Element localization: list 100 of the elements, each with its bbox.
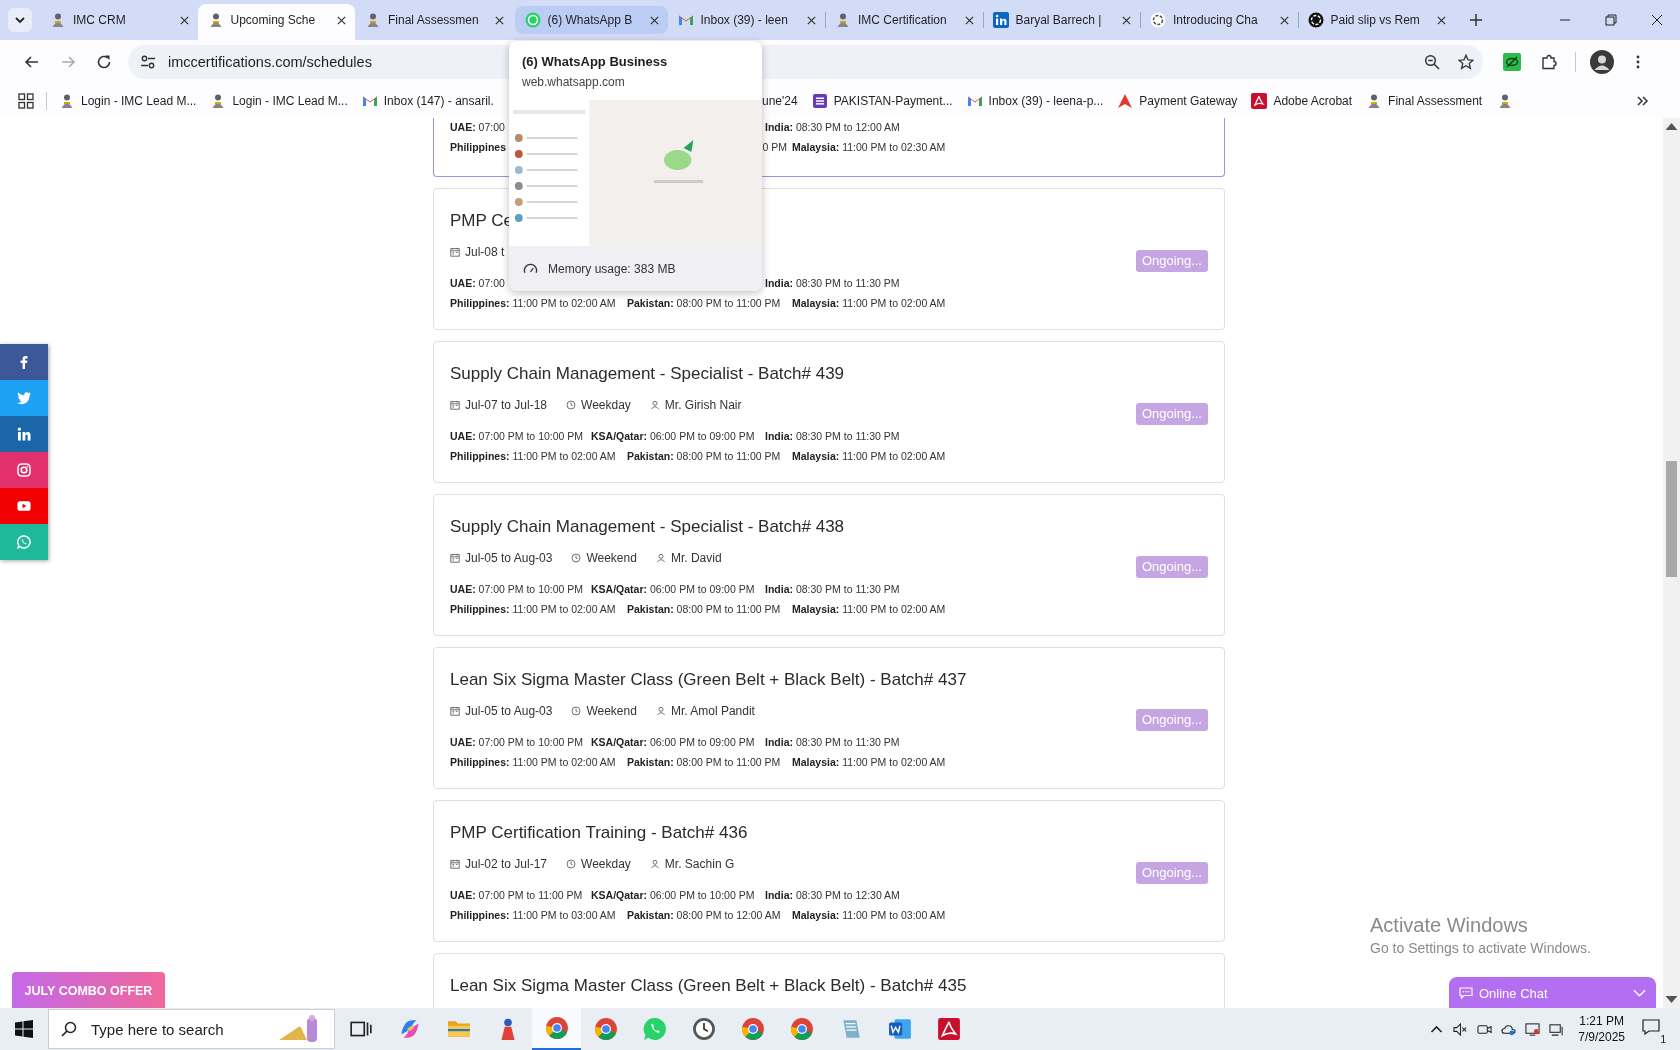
course-title[interactable]: Supply Chain Management - Specialist - Batch# 439: [450, 362, 1136, 386]
course-title[interactable]: PMP Certification Training - Batch# 436: [450, 821, 1136, 845]
date-range: Jul-08 t: [465, 244, 505, 261]
close-icon[interactable]: [493, 14, 505, 26]
close-icon[interactable]: [1436, 14, 1447, 26]
close-icon[interactable]: [336, 14, 347, 26]
course-title[interactable]: Lean Six Sigma Master Class (Green Belt + Black Belt) - Batch# 435: [450, 974, 1208, 998]
close-icon[interactable]: [963, 14, 975, 26]
camera-icon: [17, 463, 31, 477]
chevron-down-icon[interactable]: [8, 8, 32, 32]
schedule-type: Weekend: [586, 550, 637, 567]
tab[interactable]: IMC CRM: [40, 4, 198, 40]
close-icon[interactable]: [1121, 14, 1132, 26]
course-title[interactable]: Lean Six Sigma Master Class (Green Belt + Black Belt) - Batch# 437: [450, 668, 1136, 692]
tab[interactable]: Baryal Barrech |: [982, 4, 1140, 40]
clock-readout[interactable]: 1:21 PM 7/9/2025: [1578, 1013, 1625, 1045]
timing-text: Philippines: 11:00 PM to 02:00 AM: [450, 755, 616, 768]
activation-text: Go to Settings to activate Windows.: [1370, 940, 1591, 956]
timing-text: Pakistan: 08:00 PM to 11:00 PM: [627, 296, 781, 309]
scroll-thumb[interactable]: [1666, 461, 1677, 577]
share-button[interactable]: [0, 344, 48, 380]
tab[interactable]: IMC Certification: [825, 4, 983, 40]
speech-bubble-icon[interactable]: [1641, 1019, 1660, 1035]
monitor-icon[interactable]: [1524, 1021, 1540, 1037]
round-logo-icon[interactable]: [593, 1017, 618, 1041]
tab[interactable]: (6) WhatsApp B: [514, 6, 668, 34]
timing-text: KSA/Qatar: 06:00 PM to 10:00 PM: [591, 889, 755, 901]
avatar-icon[interactable]: [1590, 49, 1614, 74]
round-logo-icon[interactable]: [789, 1017, 814, 1041]
gauge-icon: [523, 262, 538, 275]
puzzle-icon[interactable]: [1541, 53, 1557, 70]
round-logo-icon[interactable]: [740, 1017, 765, 1041]
windows-logo-icon[interactable]: [15, 1020, 33, 1038]
clock-icon: [571, 706, 582, 716]
bookmark[interactable]: Final Assessment: [1359, 89, 1490, 112]
tab[interactable]: Paid slip vs Rem: [1297, 4, 1455, 40]
status-badge: Ongoing...: [1136, 556, 1208, 578]
bookmark[interactable]: Inbox (147) - ansaril.: [354, 89, 501, 112]
timing-text: Malaysia: 11:00 PM to 02:00 AM: [792, 755, 946, 768]
magnifier-icon[interactable]: [1424, 53, 1440, 70]
list-icon: [811, 92, 828, 109]
bookmark[interactable]: PAKISTAN-Payment...: [804, 89, 960, 112]
arrow-left-icon[interactable]: [24, 53, 40, 70]
close-icon[interactable]: [648, 14, 660, 26]
timing-text: Malaysia: 11:00 PM to 02:00 AM: [792, 296, 946, 309]
timing-text: UAE: 07:00: [450, 121, 505, 133]
star-icon[interactable]: [1458, 53, 1474, 70]
close-icon[interactable]: [178, 14, 190, 26]
timing-text: UAE: 07:00 PM to 10:00 PM: [450, 583, 584, 595]
share-button[interactable]: [0, 416, 48, 452]
clock-icon[interactable]: [691, 1017, 716, 1041]
sliders-icon[interactable]: [140, 53, 156, 70]
phone-bubble-icon: [17, 535, 31, 549]
document-icon[interactable]: [887, 1017, 912, 1041]
emblem-icon: [835, 12, 851, 28]
date-range: Jul-05 to Aug-03: [465, 703, 553, 720]
bookmark[interactable]: Login - IMC Lead M...: [52, 89, 204, 112]
speaker-muted-icon[interactable]: [1452, 1021, 1468, 1037]
network-icon[interactable]: [1548, 1021, 1564, 1037]
close-icon[interactable]: [806, 14, 817, 26]
grid-icon[interactable]: [18, 92, 34, 109]
status-badge: Ongoing...: [1136, 709, 1208, 731]
course-title[interactable]: Supply Chain Management - Specialist - Batch# 438: [450, 515, 1136, 539]
pdf-icon: [1251, 92, 1268, 109]
schedule-type: Weekday: [581, 397, 631, 414]
share-button[interactable]: [0, 380, 48, 416]
timing-text: UAE: 07:00 PM to 11:00 PM: [450, 889, 583, 901]
timing-text: India: 08:30 PM to 11:30 PM: [765, 736, 900, 748]
timing-text: Pakistan: 08:00 PM to 11:00 PM: [627, 449, 781, 462]
trainer-name: Mr. Sachin G: [664, 856, 735, 873]
in-logo-icon: [992, 12, 1009, 28]
bookmark[interactable]: Inbox (39) - leena-p...: [959, 89, 1111, 112]
search-field[interactable]: Type here to search: [89, 1019, 273, 1039]
double-chevron-icon[interactable]: [1636, 93, 1650, 108]
knot-icon: [1150, 12, 1166, 28]
close-icon[interactable]: [1278, 14, 1290, 26]
clock-icon: [571, 553, 582, 563]
calendar-icon: [450, 247, 460, 257]
plus-icon[interactable]: [1469, 13, 1483, 27]
bookmark[interactable]: une'24: [762, 90, 805, 111]
person-icon: [649, 859, 660, 869]
pdf-icon[interactable]: [936, 1017, 961, 1041]
bookmark[interactable]: Adobe Acrobat: [1244, 89, 1360, 112]
notification-count: 1: [1660, 1034, 1666, 1045]
round-logo-icon[interactable]: [544, 1016, 569, 1040]
status-badge: Ongoing...: [1136, 250, 1208, 272]
timing-text: India: 08:30 PM to 12:30 AM: [765, 889, 900, 901]
timing-text: Philippines: 11:00 PM to 02:00 AM: [450, 449, 616, 462]
timing-text: Philippines: [450, 140, 506, 153]
tab[interactable]: Inbox (39) - leen: [667, 4, 825, 40]
bookmark[interactable]: Payment Gateway: [1110, 89, 1245, 112]
share-button[interactable]: [0, 488, 48, 524]
bookmark[interactable]: Login - IMC Lead M...: [203, 89, 355, 112]
tab[interactable]: Upcoming Sche: [197, 4, 355, 40]
bird-icon: [17, 391, 31, 405]
reload-icon[interactable]: [96, 53, 112, 70]
share-button[interactable]: [0, 452, 48, 488]
tab[interactable]: Introducing Cha: [1140, 4, 1298, 40]
tab[interactable]: Final Assessmen: [355, 4, 513, 40]
search-box[interactable]: Type here to search: [48, 1009, 335, 1049]
